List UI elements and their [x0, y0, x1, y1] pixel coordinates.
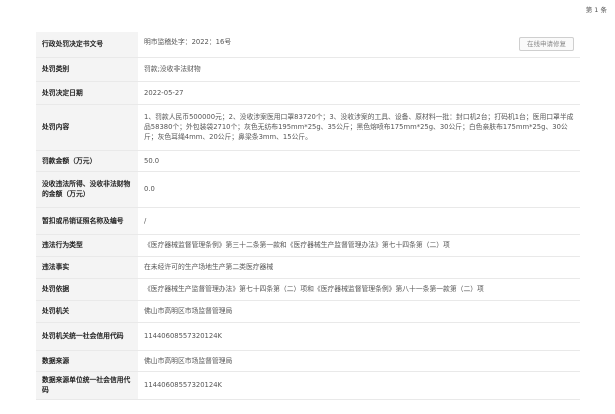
- table-row: 违法行为类型 《医疗器械监督管理条例》第三十二条第一款和《医疗器械生产监督管理办…: [36, 234, 580, 257]
- table-row: 行政处罚决定书文号 明市监稽处字：2022：16号 在线申请修复: [36, 32, 580, 58]
- table-row: 处罚决定日期 2022-05-27: [36, 81, 580, 105]
- field-label: 违法行为类型: [36, 234, 138, 257]
- field-value: 佛山市高明区市场监督管理局: [138, 300, 580, 323]
- field-label: 没收违法所得、没收非法财物的金额（万元）: [36, 171, 138, 208]
- field-label: 处罚类别: [36, 57, 138, 82]
- field-label: 处罚依据: [36, 278, 138, 301]
- table-row: 处罚内容 1、罚款人民币500000元；2、没收涉案医用口罩83720个；3、没…: [36, 104, 580, 151]
- field-label: 数据来源: [36, 350, 138, 372]
- field-label: 处罚机关: [36, 300, 138, 323]
- table-row: 违法事实 在未经许可的生产场地生产第二类医疗器械: [36, 256, 580, 279]
- field-label: 处罚决定日期: [36, 81, 138, 105]
- table-row: 数据来源单位统一社会信用代码 11440608557320124K: [36, 371, 580, 400]
- field-label: 违法事实: [36, 256, 138, 279]
- field-value: 罚款;没收非法财物: [138, 57, 580, 82]
- field-label: 处罚内容: [36, 104, 138, 151]
- table-row: 处罚机关统一社会信用代码 11440608557320124K: [36, 322, 580, 351]
- table-row: 处罚类别 罚款;没收非法财物: [36, 57, 580, 82]
- field-label: 罚款金额（万元）: [36, 150, 138, 172]
- online-repair-button[interactable]: 在线申请修复: [519, 37, 574, 52]
- table-row: 数据来源 佛山市高明区市场监督管理局: [36, 350, 580, 372]
- field-value: 明市监稽处字：2022：16号 在线申请修复: [138, 32, 580, 58]
- field-value: 0.0: [138, 171, 580, 208]
- field-value: /: [138, 207, 580, 235]
- page-number-label: 第 1 条: [585, 6, 607, 14]
- field-value: 11440608557320124K: [138, 322, 580, 351]
- decision-number-value: 明市监稽处字：2022：16号: [144, 38, 232, 47]
- table-row: 暂扣或吊销证照名称及编号 /: [36, 207, 580, 235]
- field-value: 50.0: [138, 150, 580, 172]
- table-row: 处罚机关 佛山市高明区市场监督管理局: [36, 300, 580, 323]
- table-row: 处罚依据 《医疗器械生产监督管理办法》第七十四条第（二）项和《医疗器械监督管理条…: [36, 278, 580, 301]
- table-row: 罚款金额（万元） 50.0: [36, 150, 580, 172]
- field-value: 在未经许可的生产场地生产第二类医疗器械: [138, 256, 580, 279]
- field-value: 《医疗器械监督管理条例》第三十二条第一款和《医疗器械生产监督管理办法》第七十四条…: [138, 234, 580, 257]
- field-label: 数据来源单位统一社会信用代码: [36, 371, 138, 400]
- field-value: 2022-05-27: [138, 81, 580, 105]
- penalty-record-table: 行政处罚决定书文号 明市监稽处字：2022：16号 在线申请修复 处罚类别 罚款…: [36, 32, 580, 400]
- field-value: 1、罚款人民币500000元；2、没收涉案医用口罩83720个；3、没收涉案的工…: [138, 104, 580, 151]
- table-row: 没收违法所得、没收非法财物的金额（万元） 0.0: [36, 171, 580, 208]
- field-label: 暂扣或吊销证照名称及编号: [36, 207, 138, 235]
- field-value: 11440608557320124K: [138, 371, 580, 400]
- field-value: 《医疗器械生产监督管理办法》第七十四条第（二）项和《医疗器械监督管理条例》第八十…: [138, 278, 580, 301]
- field-value: 佛山市高明区市场监督管理局: [138, 350, 580, 372]
- field-label: 处罚机关统一社会信用代码: [36, 322, 138, 351]
- field-label: 行政处罚决定书文号: [36, 32, 138, 58]
